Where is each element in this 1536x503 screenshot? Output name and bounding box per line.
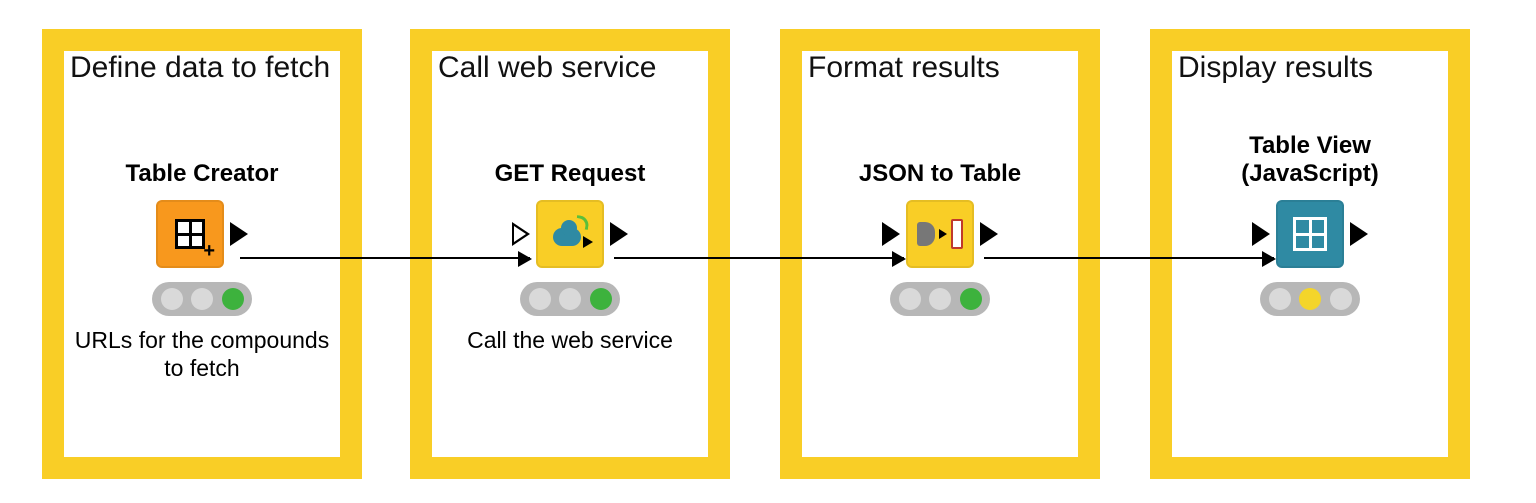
node-icon-tile[interactable] xyxy=(1276,200,1344,268)
table-view-icon xyxy=(1293,217,1327,251)
node-table-creator[interactable]: Table Creator URLs for the compounds to … xyxy=(72,160,332,382)
node-name: Table Creator xyxy=(126,160,279,188)
node-table-view-js[interactable]: Table View (JavaScript) xyxy=(1180,132,1440,316)
node-name: JSON to Table xyxy=(859,160,1021,188)
node-caption: URLs for the compounds to fetch xyxy=(72,326,332,382)
node-status xyxy=(1260,282,1360,316)
node-get-request[interactable]: GET Request Call the web service xyxy=(440,160,700,354)
output-port[interactable] xyxy=(230,222,248,246)
node-status xyxy=(890,282,990,316)
json-to-table-icon xyxy=(917,219,963,249)
node-icon-tile[interactable] xyxy=(536,200,604,268)
group-title: Format results xyxy=(808,51,1072,85)
output-port[interactable] xyxy=(610,222,628,246)
group-title: Define data to fetch xyxy=(70,51,334,85)
group-title: Display results xyxy=(1178,51,1442,85)
input-port[interactable] xyxy=(882,222,900,246)
input-port[interactable] xyxy=(1252,222,1270,246)
workflow-canvas[interactable]: Define data to fetch Call web service Fo… xyxy=(0,0,1536,503)
get-request-icon xyxy=(553,222,587,246)
output-port[interactable] xyxy=(980,222,998,246)
node-status xyxy=(520,282,620,316)
output-port[interactable] xyxy=(1350,222,1368,246)
node-icon-tile[interactable] xyxy=(906,200,974,268)
node-json-to-table[interactable]: JSON to Table xyxy=(810,160,1070,316)
node-caption: Call the web service xyxy=(467,326,673,354)
group-title: Call web service xyxy=(438,51,702,85)
node-status xyxy=(152,282,252,316)
input-port[interactable] xyxy=(512,222,530,246)
node-name: GET Request xyxy=(495,160,646,188)
node-name: Table View (JavaScript) xyxy=(1180,132,1440,188)
table-creator-icon xyxy=(175,219,205,249)
node-icon-tile[interactable] xyxy=(156,200,224,268)
